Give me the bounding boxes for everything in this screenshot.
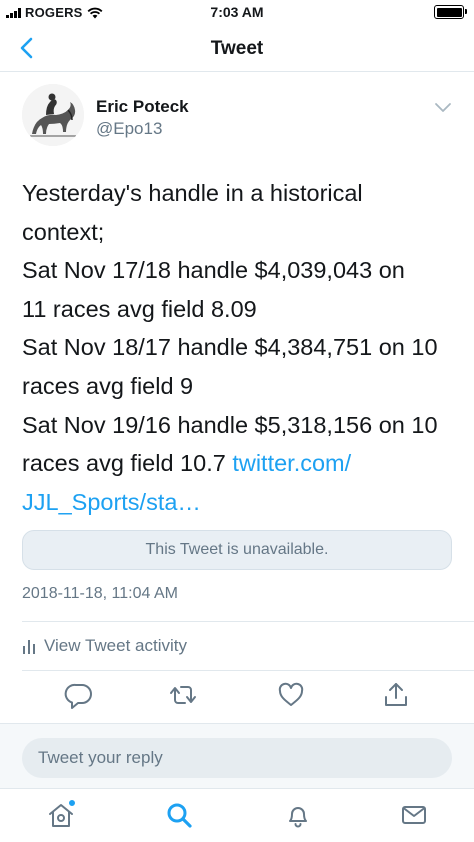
- tab-messages[interactable]: [399, 801, 429, 829]
- tweet-timestamp: 2018-11-18, 11:04 AM: [22, 585, 178, 602]
- tab-bar: [0, 788, 474, 842]
- chevron-down-icon: [435, 103, 451, 112]
- tab-search[interactable]: [164, 801, 194, 829]
- tweet-line: Sat Nov 19/16 handle $5,318,156 on 10: [22, 411, 438, 438]
- author-handle[interactable]: @Epo13: [96, 119, 162, 139]
- messages-icon: [402, 806, 426, 824]
- battery-icon: [434, 5, 467, 19]
- horse-rider-avatar-icon: [22, 84, 84, 146]
- share-icon: [385, 683, 407, 706]
- analytics-icon: [23, 640, 35, 654]
- retweet-icon: [170, 686, 196, 704]
- status-time: 7:03 AM: [210, 4, 264, 20]
- tweet-line: JJL_Sports/sta…: [22, 483, 462, 522]
- tweet-line-with-link: Sat Nov 19/16 handle $5,318,156 on 10: [22, 406, 462, 445]
- search-icon: [167, 803, 192, 828]
- reply-button[interactable]: [64, 680, 94, 710]
- avatar[interactable]: [22, 84, 84, 146]
- reply-icon: [64, 683, 92, 709]
- tab-notifications[interactable]: [283, 801, 313, 829]
- share-button[interactable]: [381, 680, 411, 710]
- reply-input[interactable]: [22, 738, 452, 778]
- unread-indicator: [68, 799, 76, 807]
- quoted-tweet-unavailable: This Tweet is unavailable.: [22, 530, 452, 570]
- like-button[interactable]: [276, 680, 306, 710]
- tweet-actions: [0, 680, 474, 714]
- tweet-line: Yesterday's handle in a historical: [22, 180, 363, 206]
- tab-home[interactable]: [46, 799, 76, 829]
- like-icon: [278, 682, 304, 706]
- notifications-icon: [289, 807, 307, 828]
- status-bar: ROGERS 7:03 AM: [0, 0, 474, 26]
- tweet-url-link-continued[interactable]: JJL_Sports/sta…: [22, 489, 201, 515]
- tweet-line-with-link: races avg field 10.7 twitter.com/: [22, 444, 462, 483]
- tweet-line: 11 races avg field 8.09: [22, 295, 257, 322]
- reply-composer: [0, 723, 474, 788]
- tweet-line: Sat Nov 18/17 handle $4,384,751 on 10: [22, 334, 438, 361]
- nav-bar: Tweet: [0, 26, 474, 72]
- view-tweet-activity-link[interactable]: View Tweet activity: [22, 634, 187, 658]
- tweet-options-button[interactable]: [434, 100, 452, 112]
- divider: [22, 670, 474, 671]
- tweet-author: Eric Poteck @Epo13: [22, 84, 454, 154]
- divider: [22, 621, 474, 622]
- activity-label: View Tweet activity: [44, 636, 187, 655]
- author-name[interactable]: Eric Poteck: [96, 97, 189, 117]
- tweet-line: races avg field 10.7: [22, 450, 233, 477]
- tweet-line: Sat Nov 17/18 handle $4,039,043 on: [22, 257, 405, 284]
- tweet-line: context;: [22, 218, 105, 245]
- retweet-button[interactable]: [168, 680, 198, 710]
- tweet-text: Yesterday's handle in a historical conte…: [22, 174, 462, 521]
- tweet-url-link[interactable]: twitter.com/: [232, 450, 351, 476]
- page-title: Tweet: [210, 38, 264, 59]
- tweet-line: races avg field 9: [22, 372, 194, 399]
